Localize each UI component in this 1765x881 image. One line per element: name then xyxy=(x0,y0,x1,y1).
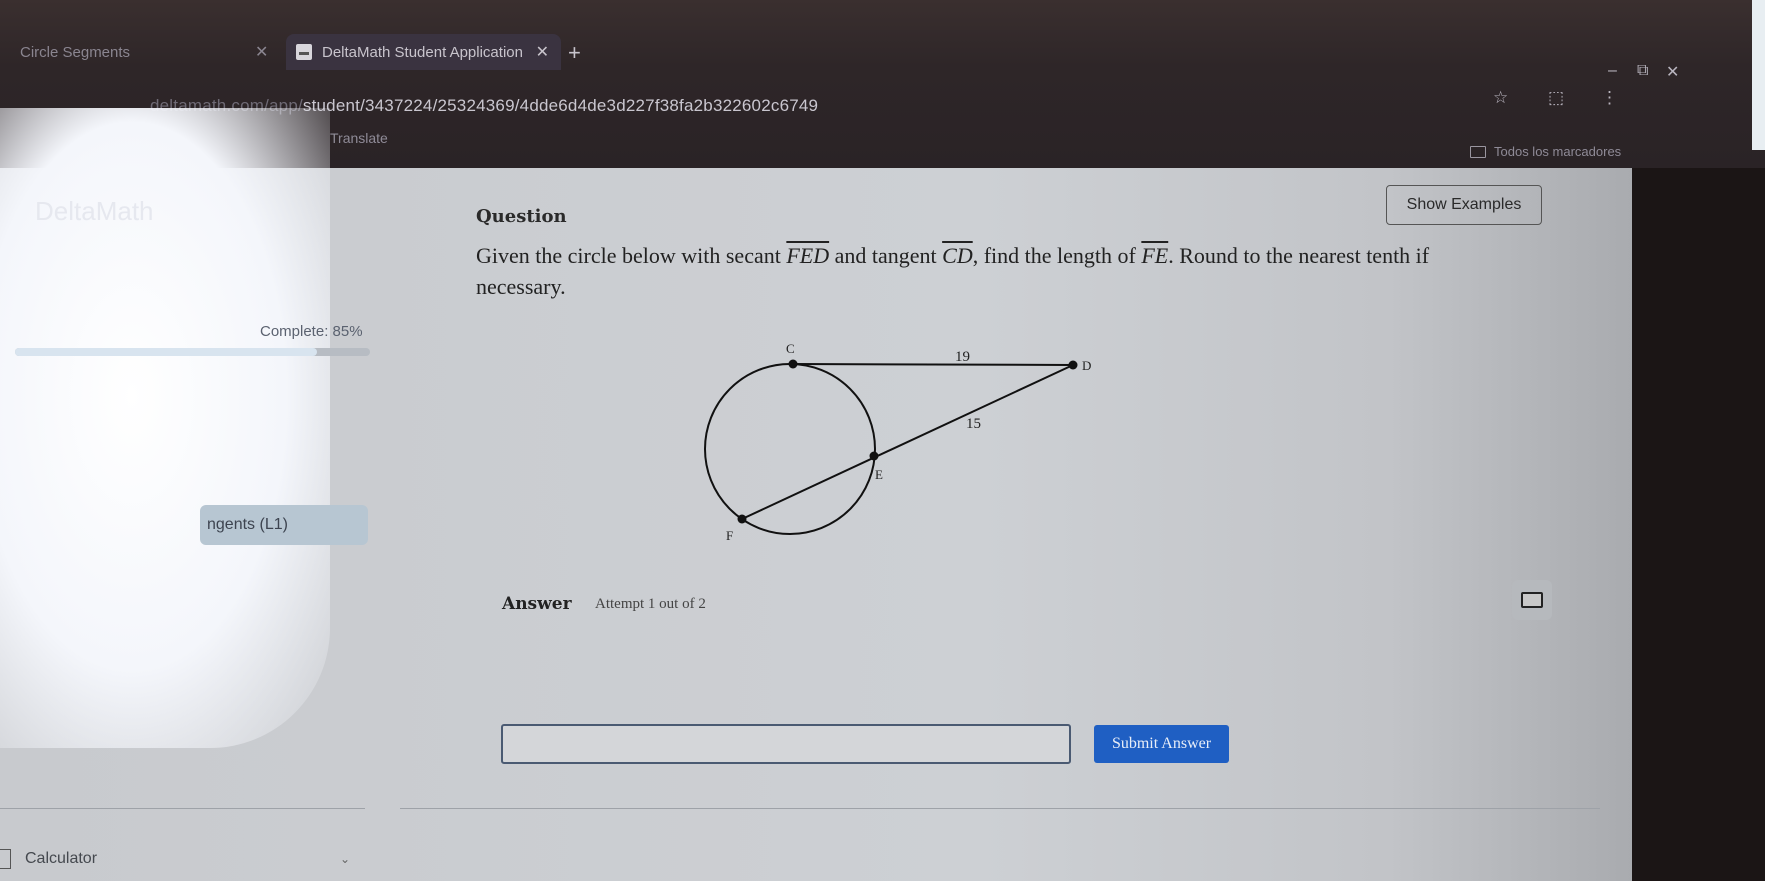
tab-deltamath[interactable]: ▬ DeltaMath Student Application ✕ xyxy=(286,34,561,70)
close-window-icon[interactable]: ✕ xyxy=(1666,62,1679,82)
question-text-part: , find the length of xyxy=(972,243,1142,268)
calculator-icon xyxy=(0,849,11,869)
tangent-cd xyxy=(792,363,1074,366)
attempt-counter: Attempt 1 out of 2 xyxy=(595,596,706,612)
question-card: Question Show Examples Given the circle … xyxy=(400,168,1600,788)
menu-icon[interactable]: ⋮ xyxy=(1601,88,1618,108)
graduation-cap-icon: ▬ xyxy=(296,44,312,60)
star-icon[interactable]: ☆ xyxy=(1493,88,1508,108)
all-bookmarks[interactable]: Todos los marcadores xyxy=(1470,144,1621,159)
label-e: E xyxy=(875,467,883,482)
calculator-toggle[interactable]: Calculator ⌄ xyxy=(0,844,360,874)
sidebar: DeltaMath Complete: 85% ngents (L1) Calc… xyxy=(0,108,370,881)
tab-label: Circle Segments xyxy=(20,43,131,61)
restore-icon[interactable]: ⧉ xyxy=(1637,62,1648,80)
bookmark-translate[interactable]: Translate xyxy=(330,130,388,146)
all-bookmarks-label: Todos los marcadores xyxy=(1494,144,1622,159)
folder-icon xyxy=(1470,145,1486,158)
label-d: D xyxy=(1082,358,1091,373)
screen-edge xyxy=(1752,0,1765,150)
point-f xyxy=(737,514,747,524)
question-title: Question xyxy=(476,206,567,227)
calculator-label: Calculator xyxy=(25,850,98,867)
label-f: F xyxy=(726,528,733,543)
question-text-part: and tangent xyxy=(829,243,943,268)
completion-progress-bar xyxy=(15,348,370,356)
answer-input[interactable] xyxy=(501,724,1071,764)
secant-fed xyxy=(741,364,1074,520)
circle xyxy=(704,363,876,535)
sidebar-item-label: ngents (L1) xyxy=(207,516,288,533)
label-c: C xyxy=(786,341,795,356)
chevron-down-icon: ⌄ xyxy=(340,852,351,866)
tab-circle-segments[interactable]: Circle Segments ✕ xyxy=(20,34,280,70)
keyboard-icon xyxy=(1521,592,1543,608)
label-tangent-length: 19 xyxy=(955,349,970,365)
deltamath-page: DeltaMath Complete: 85% ngents (L1) Calc… xyxy=(0,108,1632,881)
new-tab-icon[interactable]: + xyxy=(568,40,581,66)
completion-label: Complete: 85% xyxy=(260,323,363,340)
segment-fe: FE xyxy=(1141,243,1169,268)
url-path: student/3437224/25324369/4dde6d4de3d227f… xyxy=(302,96,819,115)
point-e xyxy=(869,451,879,461)
point-d xyxy=(1068,360,1078,370)
tab-label: DeltaMath Student Application xyxy=(322,43,523,61)
segment-fed: FED xyxy=(786,243,830,268)
sidebar-divider xyxy=(0,808,365,809)
circle-diagram: C D E F 19 15 xyxy=(704,341,1091,543)
screen-bezel xyxy=(1632,168,1765,881)
show-examples-button[interactable]: Show Examples xyxy=(1386,185,1542,225)
point-c xyxy=(788,359,798,369)
deltamath-logo: DeltaMath xyxy=(35,196,154,226)
question-text-part: Given the circle below with secant xyxy=(476,243,787,268)
completion-progress-fill xyxy=(15,348,317,356)
answer-label: Answer xyxy=(502,594,572,614)
label-external-length: 15 xyxy=(966,416,981,432)
minimize-icon[interactable]: – xyxy=(1608,62,1617,80)
close-icon[interactable]: ✕ xyxy=(255,42,268,62)
card-bottom-divider xyxy=(400,808,1600,809)
segment-cd: CD xyxy=(942,243,973,268)
close-icon[interactable]: ✕ xyxy=(536,42,549,62)
extensions-icon[interactable]: ⬚ xyxy=(1548,88,1564,108)
sidebar-item-secants-tangents[interactable]: ngents (L1) xyxy=(200,505,368,545)
math-keyboard-button[interactable] xyxy=(1512,580,1552,620)
tab-strip: Circle Segments ✕ ▬ DeltaMath Student Ap… xyxy=(0,28,1765,74)
question-text: Given the circle below with secant FED a… xyxy=(476,240,1496,302)
submit-answer-button[interactable]: Submit Answer xyxy=(1094,725,1229,763)
